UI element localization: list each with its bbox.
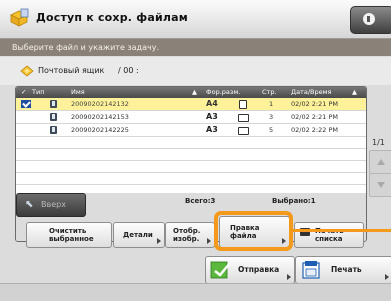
print-button[interactable]: Печать bbox=[295, 256, 391, 284]
col-check-icon: ✓ bbox=[21, 88, 27, 96]
footer-bar bbox=[0, 283, 391, 301]
details-button[interactable]: Детали bbox=[113, 222, 165, 248]
file-size: A3 bbox=[206, 125, 218, 134]
col-name[interactable]: Имя bbox=[71, 87, 85, 98]
mailbox-folder-icon bbox=[10, 8, 29, 27]
print-label: Печать bbox=[331, 265, 362, 274]
caret-right-icon bbox=[287, 274, 291, 280]
settings-button[interactable] bbox=[350, 6, 391, 34]
document-icon bbox=[50, 100, 57, 108]
page-up-button[interactable] bbox=[369, 150, 391, 174]
table-row[interactable]: 20090202142132 A4 1 02/02 2:21 PM bbox=[16, 98, 366, 111]
page-title: Доступ к сохр. файлам bbox=[36, 11, 188, 24]
up-arrow-icon: ⬉ bbox=[25, 199, 34, 210]
details-label: Детали bbox=[123, 231, 153, 239]
table-row-empty bbox=[16, 149, 366, 161]
landscape-paper-icon bbox=[238, 114, 249, 122]
col-size[interactable]: Фор.разм. bbox=[206, 87, 240, 98]
table-row-empty bbox=[16, 173, 366, 185]
clear-selection-label: Очистить выбранное bbox=[49, 227, 94, 243]
print-list-button[interactable]: Печать списка bbox=[294, 222, 364, 248]
file-size: A3 bbox=[206, 112, 218, 121]
selected-count: Выбрано:1 bbox=[272, 197, 316, 205]
table-row[interactable]: 20090202142153 A3 3 02/02 2:21 PM bbox=[16, 111, 366, 124]
table-row-empty bbox=[16, 185, 366, 193]
document-icon bbox=[50, 126, 57, 134]
page-indicator: 1/1 bbox=[372, 138, 385, 147]
clear-selection-button[interactable]: Очистить выбранное bbox=[26, 222, 112, 248]
send-label: Отправка bbox=[238, 265, 280, 274]
send-button[interactable]: Отправка bbox=[205, 256, 295, 284]
triangle-down-icon bbox=[377, 182, 385, 188]
highlight-box bbox=[214, 211, 293, 251]
file-name: 20090202142225 bbox=[71, 126, 129, 134]
send-arrow-icon bbox=[210, 261, 231, 279]
table-header: ✓ Тип Имя ▲ Фор.разм. Стр. Дата/Время ▲ bbox=[16, 87, 366, 98]
table-row[interactable]: 20090202142225 A3 5 02/02 2:22 PM bbox=[16, 124, 366, 137]
highlight-callout-line bbox=[293, 229, 391, 232]
triangle-up-icon bbox=[377, 159, 385, 165]
display-image-button[interactable]: Отобр. изобр. bbox=[165, 222, 215, 248]
file-pages: 1 bbox=[269, 100, 274, 108]
display-image-label: Отобр. изобр. bbox=[173, 227, 201, 243]
checkmark-icon bbox=[21, 100, 31, 108]
file-date: 02/02 2:21 PM bbox=[291, 113, 338, 121]
up-label: Вверх bbox=[41, 200, 66, 209]
instruction-bar: Выберите файл и укажите задачу. bbox=[0, 39, 391, 56]
col-date[interactable]: Дата/Время bbox=[291, 87, 331, 98]
caret-right-icon bbox=[157, 238, 161, 244]
caret-right-icon bbox=[207, 238, 211, 244]
up-button[interactable]: ⬉ Вверх bbox=[16, 193, 86, 217]
sort-up-icon: ▲ bbox=[352, 88, 357, 96]
col-pages[interactable]: Стр. bbox=[262, 87, 277, 98]
col-type[interactable]: Тип bbox=[32, 87, 44, 98]
landscape-paper-icon bbox=[238, 127, 249, 135]
file-date: 02/02 2:22 PM bbox=[291, 126, 338, 134]
print-icon bbox=[302, 261, 320, 279]
page-down-button[interactable] bbox=[369, 173, 391, 197]
table-row-empty bbox=[16, 137, 366, 149]
mailbox-label: Почтовый ящик bbox=[38, 66, 105, 75]
total-count: Всего:3 bbox=[185, 197, 216, 205]
file-pages: 3 bbox=[269, 113, 274, 121]
file-size: A4 bbox=[206, 99, 218, 108]
file-date: 02/02 2:21 PM bbox=[291, 100, 338, 108]
file-name: 20090202142132 bbox=[71, 100, 129, 108]
file-pages: 5 bbox=[269, 126, 274, 134]
diamond-mailbox-icon bbox=[20, 65, 34, 77]
sort-up-icon: ▲ bbox=[192, 88, 197, 96]
table-row-empty bbox=[16, 161, 366, 173]
mailbox-number: / 00 : bbox=[118, 66, 139, 75]
settings-icon bbox=[363, 13, 375, 25]
file-table: ✓ Тип Имя ▲ Фор.разм. Стр. Дата/Время ▲ … bbox=[15, 86, 367, 242]
caret-right-icon bbox=[385, 274, 389, 280]
document-icon bbox=[50, 113, 57, 121]
portrait-paper-icon bbox=[239, 100, 247, 109]
file-name: 20090202142153 bbox=[71, 113, 129, 121]
